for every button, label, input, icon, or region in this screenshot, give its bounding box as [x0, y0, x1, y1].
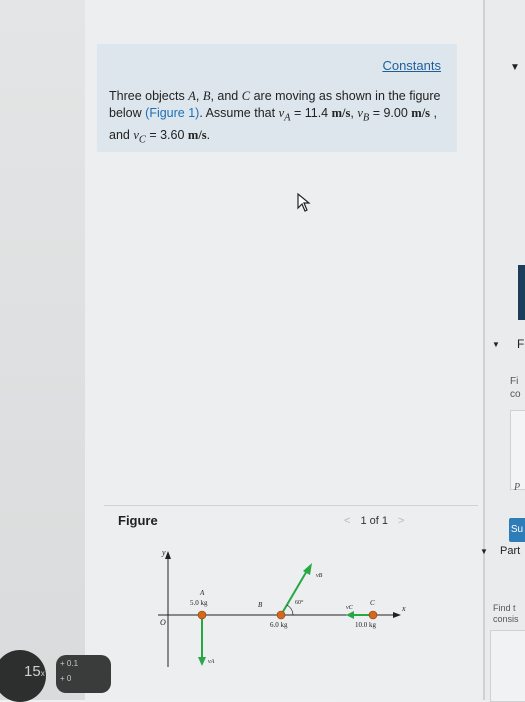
- velocity-c-label: vC: [346, 605, 354, 611]
- object-c-mass: 10.0 kg: [355, 621, 377, 629]
- origin-label: O: [160, 618, 166, 627]
- section-text-line: Fi: [510, 376, 519, 387]
- va-value: = 11.4: [290, 106, 332, 120]
- angle-arc: [286, 604, 294, 616]
- overlay-pill-bottom-value: 0: [66, 674, 72, 683]
- scroll-indicator[interactable]: [518, 265, 525, 320]
- part-answer-input[interactable]: [490, 630, 525, 702]
- constants-link[interactable]: Constants: [382, 58, 441, 73]
- collapse-arrow-icon[interactable]: ▼: [510, 62, 520, 73]
- section-text-line: co: [510, 389, 521, 400]
- object-a-symbol: A: [188, 89, 196, 103]
- velocity-b-arrowhead: [303, 563, 312, 575]
- section-text: Fi co: [510, 375, 521, 401]
- prev-figure-button[interactable]: <: [344, 515, 350, 527]
- vb-value: = 9.00: [369, 106, 412, 120]
- mouse-cursor-icon: [297, 192, 313, 218]
- object-a-label: A: [199, 589, 205, 597]
- vb-unit: m/s: [411, 106, 431, 120]
- overlay-pill-top-value: 0.1: [66, 659, 79, 668]
- figure-pager: < 1 of 1 >: [344, 515, 404, 527]
- problem-text: Three objects A, B, and C are moving as …: [109, 89, 441, 145]
- left-gutter: [0, 0, 85, 700]
- problem-text-part: , and: [210, 89, 239, 103]
- problem-statement-box: Constants Three objects A, B, and C are …: [97, 44, 457, 152]
- part-prompt-line: consis: [493, 614, 519, 624]
- x-axis-arrowhead: [393, 612, 401, 618]
- object-c-mass-dot: [368, 610, 378, 620]
- object-c-label: C: [370, 599, 375, 607]
- part-heading[interactable]: Part: [500, 545, 520, 557]
- object-b-mass-dot: [276, 610, 286, 620]
- object-a-mass-dot: [197, 610, 207, 620]
- answer-input[interactable]: [510, 410, 525, 490]
- problem-text-part: . Assume that: [199, 106, 276, 120]
- vc-subscript: C: [138, 134, 146, 145]
- va-unit: m/s: [331, 106, 351, 120]
- figure-link[interactable]: (Figure 1): [145, 106, 199, 120]
- submit-button[interactable]: Su: [509, 518, 525, 542]
- figure-header: Figure < 1 of 1 >: [104, 505, 478, 536]
- velocity-b-arrow: [280, 568, 309, 616]
- object-c-symbol: C: [241, 89, 251, 103]
- overlay-badge-value: 15x: [24, 663, 45, 680]
- part-caret-icon[interactable]: ▼: [480, 547, 488, 556]
- velocity-c-arrowhead: [346, 611, 354, 619]
- velocity-a-label: vA: [208, 659, 215, 665]
- figure-page-indicator: 1 of 1: [360, 515, 388, 527]
- overlay-badge-unit: x: [40, 669, 45, 678]
- object-b-label: B: [258, 601, 263, 609]
- overlay-badge-number: 15: [24, 663, 41, 680]
- vc-unit: m/s: [187, 127, 207, 142]
- part-prompt: Find t consis: [493, 603, 519, 625]
- velocity-a-arrowhead: [198, 657, 206, 666]
- angle-label: 60°: [295, 599, 304, 606]
- x-axis-label: x: [401, 604, 406, 613]
- figure-diagram: y x O A 5.0 kg vA B 6.0 kg vB 60° C 10.0…: [150, 545, 410, 680]
- y-axis-label: y: [161, 548, 166, 557]
- section-label: F: [517, 337, 525, 351]
- expand-caret-icon[interactable]: ▼: [492, 340, 500, 349]
- part-prompt-line: Find t: [493, 603, 516, 613]
- object-b-mass: 6.0 kg: [270, 621, 288, 629]
- momentum-symbol: P: [514, 482, 521, 493]
- figure-title: Figure: [118, 513, 158, 528]
- overlay-pill-top: + 0.1: [60, 659, 79, 668]
- vc-value: = 3.60: [145, 127, 188, 142]
- y-axis-arrowhead: [165, 551, 171, 559]
- next-figure-button[interactable]: >: [398, 515, 404, 527]
- object-a-mass: 5.0 kg: [190, 599, 208, 607]
- problem-text-part: Three objects: [109, 89, 185, 103]
- overlay-pill-bottom: + 0: [60, 674, 72, 683]
- velocity-b-label: vB: [316, 573, 323, 579]
